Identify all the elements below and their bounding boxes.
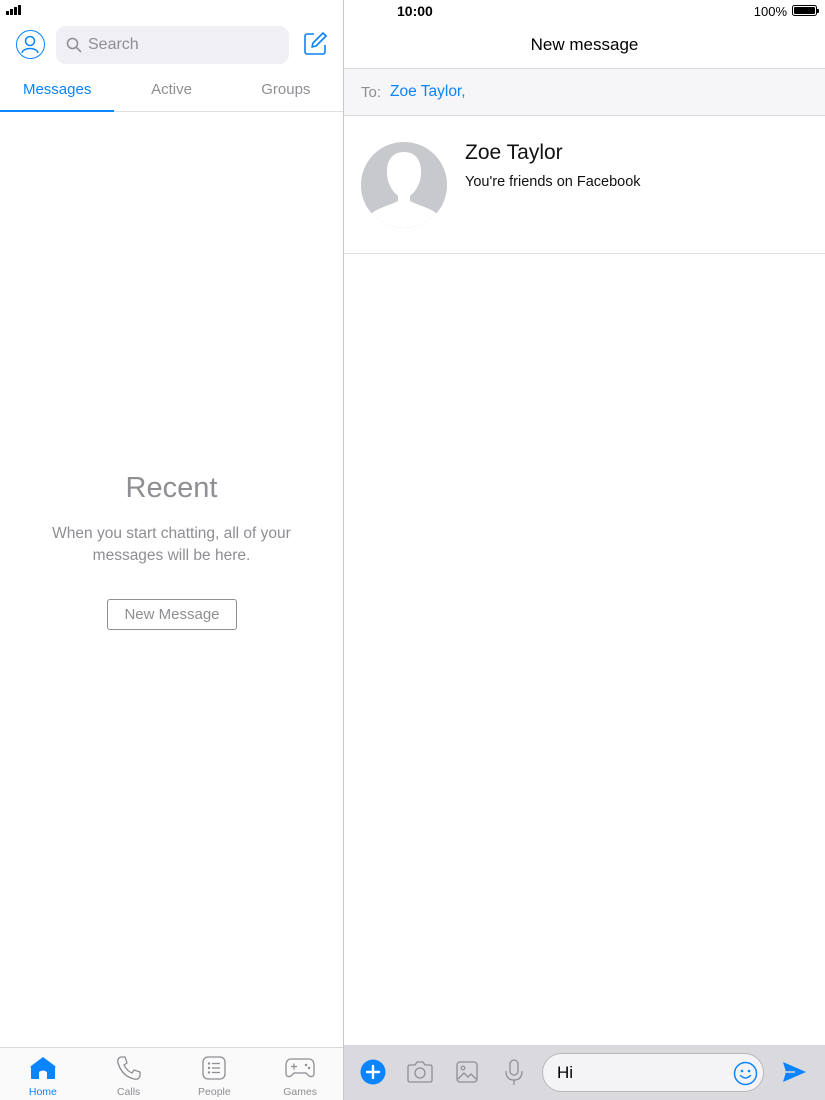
- voice-button[interactable]: [500, 1058, 528, 1086]
- tabbar-item-home[interactable]: Home: [0, 1048, 86, 1100]
- contact-subtitle: You're friends on Facebook: [465, 174, 641, 190]
- page-title: New message: [530, 35, 639, 54]
- tab-messages[interactable]: Messages: [0, 72, 115, 112]
- tabbar-item-people[interactable]: People: [172, 1048, 258, 1100]
- home-icon: [30, 1057, 56, 1079]
- tabbar-item-games[interactable]: Games: [257, 1048, 343, 1100]
- contact-suggestion[interactable]: Zoe Taylor You're friends on Facebook: [344, 117, 825, 254]
- tab-groups[interactable]: Groups: [229, 72, 343, 111]
- tabbar-label: Home: [28, 1086, 57, 1098]
- search-icon: [66, 37, 82, 53]
- search-input[interactable]: [88, 36, 278, 54]
- default-avatar-icon: [361, 142, 447, 228]
- new-message-button[interactable]: New Message: [107, 599, 237, 630]
- conversation-tabs: Messages Active Groups: [0, 72, 343, 112]
- bottom-tab-bar: Home Calls People Games: [0, 1047, 343, 1100]
- new-message-pane: New message To: Zoe Taylor, Zoe Taylor Y…: [344, 0, 825, 1100]
- search-bar[interactable]: [56, 26, 289, 64]
- tabbar-label: Games: [283, 1086, 318, 1098]
- send-icon: [783, 1062, 806, 1082]
- phone-icon: [116, 1056, 141, 1080]
- camera-icon: [407, 1061, 433, 1083]
- message-input[interactable]: [557, 1054, 727, 1091]
- tab-active[interactable]: Active: [114, 72, 228, 111]
- message-input-field[interactable]: [542, 1053, 764, 1092]
- send-button[interactable]: [780, 1058, 808, 1086]
- tabbar-label: People: [198, 1086, 231, 1098]
- conversation-list-pane: Messages Active Groups Recent When you s…: [0, 0, 343, 1100]
- people-list-icon: [202, 1056, 227, 1080]
- message-composer: [344, 1045, 825, 1100]
- image-icon: [456, 1061, 478, 1083]
- compose-icon[interactable]: [302, 31, 328, 57]
- emoji-icon[interactable]: [733, 1061, 758, 1086]
- contact-name: Zoe Taylor: [465, 141, 563, 164]
- gallery-button[interactable]: [453, 1058, 481, 1086]
- recipient-token[interactable]: Zoe Taylor,: [390, 83, 466, 101]
- tabbar-label: Calls: [116, 1086, 141, 1098]
- empty-state-description: When you start chatting, all of your mes…: [52, 525, 291, 564]
- plus-icon: [360, 1059, 386, 1085]
- add-attachment-button[interactable]: [359, 1058, 387, 1086]
- camera-button[interactable]: [406, 1058, 434, 1086]
- to-label: To:: [361, 83, 382, 101]
- avatar: [361, 142, 447, 228]
- empty-state-title: Recent: [125, 472, 218, 504]
- microphone-icon: [505, 1059, 523, 1085]
- recipient-field[interactable]: To: Zoe Taylor,: [344, 69, 825, 116]
- gamepad-icon: [285, 1058, 315, 1078]
- tabbar-item-calls[interactable]: Calls: [86, 1048, 172, 1100]
- profile-icon[interactable]: [16, 30, 45, 59]
